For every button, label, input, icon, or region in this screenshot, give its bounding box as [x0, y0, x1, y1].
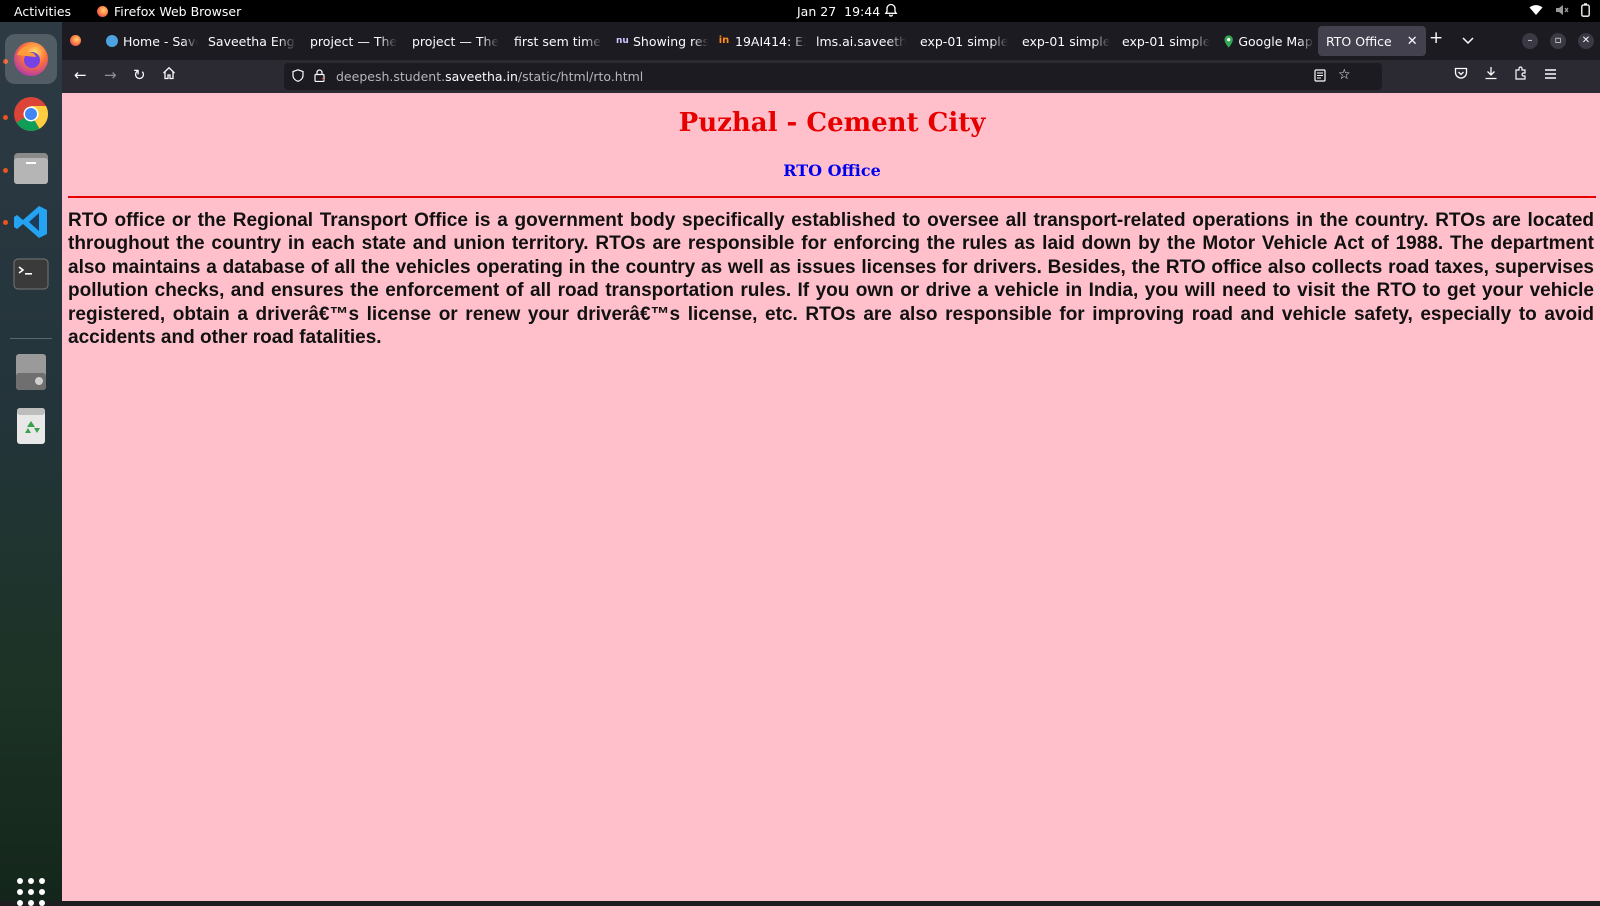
- tab-label: Home - Saveetha: [123, 33, 198, 49]
- tab-label: Saveetha Engineering: [208, 33, 296, 49]
- web-page-content: Puzhal - Cement City RTO Office RTO offi…: [62, 93, 1600, 901]
- dock-trash[interactable]: [11, 406, 51, 446]
- reload-icon[interactable]: ↻: [133, 66, 146, 84]
- site-favicon-icon: in: [718, 35, 730, 46]
- forward-arrow-icon[interactable]: →: [104, 66, 117, 84]
- url-path: /static/html/rto.html: [517, 69, 644, 84]
- tab-project-1[interactable]: project — The: [310, 26, 398, 56]
- horizontal-rule: [68, 196, 1596, 198]
- url-text[interactable]: deepesh.student.saveetha.in/static/html/…: [336, 69, 643, 84]
- tab-label: project — The: [310, 33, 398, 49]
- tab-exp01-1[interactable]: exp-01 simplew: [920, 26, 1008, 56]
- tab-bar: Home - Saveetha Saveetha Engineering pro…: [62, 22, 1600, 60]
- tab-label: 19AI414: EX: [735, 33, 806, 49]
- screenshot-app-icon: [16, 354, 46, 390]
- tab-label: lms.ai.saveetha: [816, 33, 906, 49]
- firefox-view-icon[interactable]: [70, 32, 81, 50]
- tab-19ai414[interactable]: in 19AI414: EX: [718, 26, 806, 56]
- system-tray[interactable]: [1529, 3, 1590, 17]
- site-favicon-icon: nu: [616, 36, 629, 46]
- show-apps-grid-icon[interactable]: [17, 878, 45, 906]
- app-name-label: Firefox Web Browser: [114, 4, 242, 19]
- tracking-protection-shield-icon[interactable]: [292, 69, 304, 85]
- extensions-puzzle-icon[interactable]: [1514, 66, 1528, 84]
- url-subdomain: deepesh.student.: [336, 69, 446, 84]
- navigation-toolbar: ← → ↻ deepesh.student.saveetha.in/static…: [62, 60, 1600, 93]
- clock[interactable]: Jan 27 19:44: [797, 4, 880, 19]
- vscode-icon: [14, 206, 47, 238]
- dock-firefox[interactable]: [5, 34, 57, 84]
- running-indicator: [3, 168, 8, 173]
- battery-icon: [1581, 3, 1590, 17]
- map-pin-icon: [1224, 34, 1233, 48]
- close-window-icon[interactable]: ✕: [1578, 33, 1594, 49]
- page-subtitle: RTO Office: [783, 161, 881, 180]
- running-indicator: [3, 220, 8, 225]
- dock-vscode[interactable]: [11, 202, 51, 242]
- new-tab-plus-icon[interactable]: +: [1429, 28, 1443, 48]
- tab-label: exp-01 simplew: [1022, 33, 1110, 49]
- dock-separator: [10, 338, 52, 339]
- tab-label: Google Maps: [1238, 33, 1314, 49]
- firefox-icon: [14, 42, 48, 76]
- tab-label: exp-01 simplew: [920, 33, 1008, 49]
- reader-view-icon[interactable]: [1314, 69, 1326, 85]
- tab-google-maps[interactable]: Google Maps: [1224, 26, 1314, 56]
- dock-files[interactable]: [11, 148, 51, 188]
- maximize-window-icon[interactable]: ▫: [1550, 33, 1566, 49]
- url-bar[interactable]: deepesh.student.saveetha.in/static/html/…: [284, 63, 1382, 90]
- tab-showing-results[interactable]: nu Showing results: [616, 26, 708, 56]
- chrome-icon: [14, 97, 48, 131]
- back-arrow-icon[interactable]: ←: [74, 66, 87, 84]
- tab-label: exp-01 simplew: [1122, 33, 1210, 49]
- files-icon: [14, 153, 48, 184]
- running-indicator: [3, 115, 8, 120]
- activities-button[interactable]: Activities: [14, 4, 71, 19]
- clock-time: 19:44: [844, 4, 881, 19]
- tab-lms-saveetha[interactable]: lms.ai.saveetha: [816, 26, 906, 56]
- tab-label: first sem timetable: [514, 33, 602, 49]
- globe-icon: [106, 35, 118, 47]
- tab-saveetha-engineering[interactable]: Saveetha Engineering: [208, 26, 296, 56]
- tab-label: project — The: [412, 33, 500, 49]
- page-title: Puzhal - Cement City: [678, 108, 986, 138]
- dock: [0, 22, 62, 906]
- lock-icon[interactable]: [314, 69, 325, 85]
- hamburger-menu-icon[interactable]: [1544, 66, 1557, 84]
- tab-home-saveetha[interactable]: Home - Saveetha: [106, 26, 198, 56]
- close-tab-icon[interactable]: ✕: [1407, 34, 1418, 49]
- url-domain: saveetha.in: [445, 69, 518, 84]
- tab-label: Showing results: [633, 33, 708, 49]
- system-top-bar: Activities Firefox Web Browser Jan 27 19…: [0, 0, 1600, 22]
- tab-first-sem-timetable[interactable]: first sem timetable: [514, 26, 602, 56]
- trash-icon: [17, 408, 45, 444]
- clock-date: Jan 27: [797, 4, 837, 19]
- tab-exp01-3[interactable]: exp-01 simplew: [1122, 26, 1210, 56]
- pocket-icon[interactable]: [1454, 66, 1468, 84]
- notification-bell-icon[interactable]: [884, 3, 898, 20]
- list-all-tabs-chevron-icon[interactable]: [1462, 31, 1474, 49]
- dock-chrome[interactable]: [11, 94, 51, 134]
- home-icon[interactable]: [162, 66, 176, 84]
- tab-exp01-2[interactable]: exp-01 simplew: [1022, 26, 1110, 56]
- dock-screenshot-app[interactable]: [11, 352, 51, 392]
- minimize-window-icon[interactable]: –: [1522, 33, 1538, 49]
- tab-label: RTO Office: [1326, 33, 1392, 49]
- rto-description-paragraph: RTO office or the Regional Transport Off…: [68, 210, 1594, 349]
- tab-rto-office[interactable]: RTO Office ✕: [1318, 26, 1426, 56]
- firefox-icon: [97, 6, 108, 17]
- dock-terminal[interactable]: [11, 254, 51, 294]
- tab-project-2[interactable]: project — The: [412, 26, 500, 56]
- bookmark-star-icon[interactable]: ☆: [1338, 67, 1351, 83]
- app-menu[interactable]: Firefox Web Browser: [97, 4, 241, 19]
- terminal-icon: [13, 258, 49, 290]
- volume-muted-icon: [1556, 5, 1569, 15]
- wifi-icon: [1529, 5, 1543, 15]
- downloads-icon[interactable]: [1484, 66, 1498, 84]
